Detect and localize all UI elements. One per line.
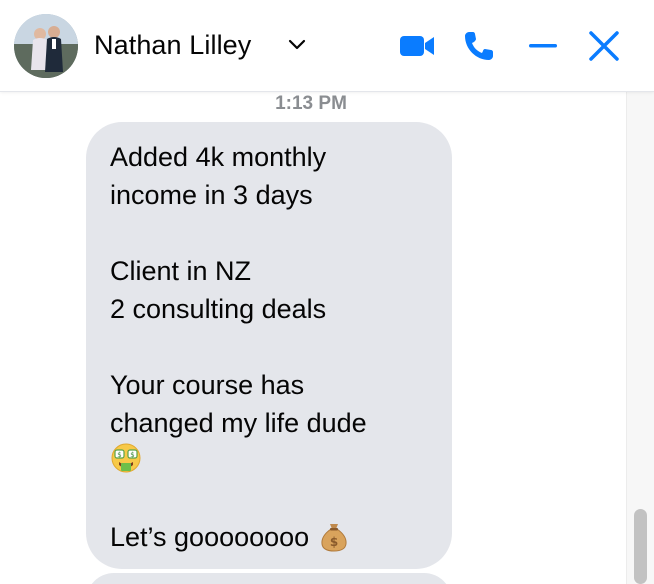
message-line: changed my life dude [110, 408, 367, 438]
message-line: income in 3 days [110, 180, 313, 210]
message-bubble[interactable]: Added 4k monthly income in 3 days Client… [86, 122, 452, 569]
message-line: Let’s goooooooo [110, 522, 310, 552]
avatar-photo [14, 14, 78, 78]
video-camera-icon[interactable] [398, 30, 436, 62]
chat-header: Nathan Lilley [0, 0, 654, 92]
message-timestamp: 1:13 PM [275, 93, 347, 114]
money-mouth-face-emoji-icon: $ $ [111, 443, 141, 473]
contact-name[interactable]: Nathan Lilley [94, 30, 251, 61]
message-line: 2 consulting deals [110, 294, 327, 324]
chevron-down-icon[interactable] [287, 38, 307, 52]
message-emoji-line: $ $ [110, 442, 428, 480]
next-message-bubble[interactable] [86, 573, 452, 584]
avatar[interactable] [14, 14, 78, 78]
money-bag-emoji-icon: $ [321, 524, 347, 552]
minimize-icon[interactable] [526, 30, 560, 62]
message-line: Client in NZ [110, 256, 252, 286]
svg-text:$: $ [117, 451, 121, 459]
message-last-line: Let’s goooooooo $ [110, 518, 428, 556]
message-list[interactable]: 1:13 PM Added 4k monthly income in 3 day… [0, 92, 654, 584]
svg-text:$: $ [330, 535, 338, 549]
message-line: Added 4k monthly [110, 142, 327, 172]
scrollbar-thumb[interactable] [634, 509, 647, 584]
phone-icon[interactable] [461, 28, 497, 64]
svg-text:$: $ [130, 451, 134, 459]
close-icon[interactable] [586, 28, 622, 64]
message-line: Your course has [110, 370, 305, 400]
